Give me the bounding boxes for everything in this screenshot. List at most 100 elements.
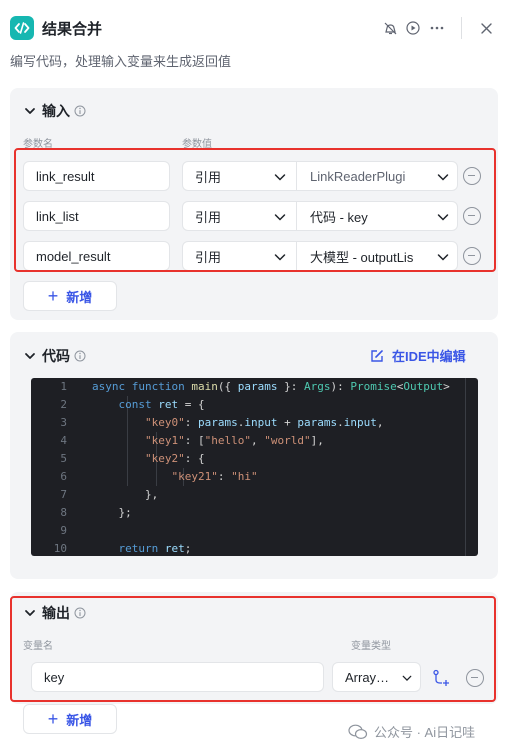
info-icon[interactable] [74, 350, 86, 362]
line-number: 3 [60, 416, 67, 429]
more-icon[interactable] [429, 20, 445, 36]
line-number: 1 [60, 380, 67, 393]
code-line[interactable]: 5 "key2": { [31, 450, 478, 468]
chevron-down-icon[interactable] [24, 350, 36, 362]
code-token: = { [178, 398, 205, 411]
line-content: const ret = { [92, 396, 205, 414]
code-token: Promise [350, 380, 397, 393]
code-icon [10, 16, 34, 40]
line-number: 8 [60, 506, 67, 519]
line-content: async function main({ params }: Args): P… [92, 378, 450, 396]
line-number: 2 [60, 398, 67, 411]
code-line[interactable]: 9 [31, 522, 478, 540]
highlight-box [10, 596, 496, 702]
edit-in-ide-link[interactable]: 在IDE中编辑 [370, 346, 466, 365]
info-icon[interactable] [74, 105, 86, 117]
line-content: }; [92, 504, 132, 522]
code-token: ): [330, 380, 351, 393]
code-line[interactable]: 10 return ret; [31, 540, 478, 556]
chevron-down-icon[interactable] [24, 105, 36, 117]
code-token: }; [92, 506, 132, 519]
code-token: "key0" [144, 416, 185, 429]
wechat-icon [348, 724, 368, 739]
code-token: : [ [184, 434, 205, 447]
line-number: 7 [60, 488, 67, 501]
code-token: "key21" [171, 470, 218, 483]
code-token: "key2" [144, 452, 185, 465]
code-line[interactable]: 1 async function main({ params }: Args): … [31, 378, 478, 396]
code-token: params [237, 380, 278, 393]
code-token: Args [303, 380, 331, 393]
line-content: }, [92, 486, 158, 504]
code-line[interactable]: 8 }; [31, 504, 478, 522]
code-line[interactable]: 7 }, [31, 486, 478, 504]
code-token: params [297, 416, 338, 429]
code-token: const [118, 398, 159, 411]
code-token: async [92, 380, 132, 393]
line-content: return ret; [92, 540, 192, 556]
add-output-button[interactable]: + 新增 [23, 704, 117, 734]
code-token: input [244, 416, 278, 429]
code-token: + [277, 416, 298, 429]
code-token: }, [92, 488, 159, 501]
code-token: . [337, 416, 344, 429]
line-content: "key21": "hi" [92, 468, 258, 486]
line-number: 5 [60, 452, 67, 465]
input-section-title: 输入 [42, 103, 70, 119]
code-token: > [443, 380, 450, 393]
add-input-button[interactable]: + 新增 [23, 281, 117, 311]
code-token: Output [403, 380, 444, 393]
close-icon[interactable] [478, 20, 494, 36]
line-number: 10 [53, 542, 67, 555]
node-header: 结果合并 编写代码，处理输入变量来生成返回值 [0, 0, 510, 69]
header-divider [461, 17, 462, 39]
line-number: 4 [60, 434, 67, 447]
code-section-title: 代码 [42, 348, 70, 364]
code-editor[interactable]: 1 async function main({ params }: Args): … [31, 378, 478, 556]
edit-icon [371, 349, 383, 362]
code-token: "hello" [204, 434, 251, 447]
run-icon[interactable] [405, 20, 421, 36]
code-token: ret [158, 398, 179, 411]
add-output-label: 新增 [66, 712, 93, 728]
code-token: main [191, 380, 218, 393]
no-debug-icon[interactable] [382, 20, 398, 36]
code-token: : [184, 416, 198, 429]
plus-icon: + [47, 709, 59, 729]
code-section-header[interactable]: 代码 [24, 346, 86, 366]
plus-icon: + [47, 286, 59, 306]
code-token: function [131, 380, 192, 393]
node-title[interactable]: 结果合并 [42, 18, 102, 39]
code-token: input [343, 416, 377, 429]
line-number: 6 [60, 470, 67, 483]
code-token: ; [184, 542, 192, 555]
highlight-box [14, 148, 496, 272]
code-token: , [250, 434, 265, 447]
node-description: 编写代码，处理输入变量来生成返回值 [10, 54, 232, 69]
code-token: "hi" [231, 470, 258, 483]
code-token: "key1" [144, 434, 185, 447]
code-line[interactable]: 3 "key0": params.input + params.input, [31, 414, 478, 432]
line-number: 9 [60, 524, 67, 537]
code-token: ret [164, 542, 185, 555]
code-line[interactable]: 4 "key1": ["hello", "world"], [31, 432, 478, 450]
code-token: ({ [217, 380, 238, 393]
line-content: "key1": ["hello", "world"], [92, 432, 324, 450]
code-token: ], [310, 434, 324, 447]
line-content: "key2": { [92, 450, 205, 468]
code-line[interactable]: 2 const ret = { [31, 396, 478, 414]
code-token: : { [184, 452, 205, 465]
code-token: params [197, 416, 238, 429]
code-token: return [118, 542, 165, 555]
code-token: }: [277, 380, 304, 393]
line-content: "key0": params.input + params.input, [92, 414, 384, 432]
input-section-header[interactable]: 输入 [24, 101, 86, 121]
code-token: , [376, 416, 384, 429]
code-line[interactable]: 6 "key21": "hi" [31, 468, 478, 486]
